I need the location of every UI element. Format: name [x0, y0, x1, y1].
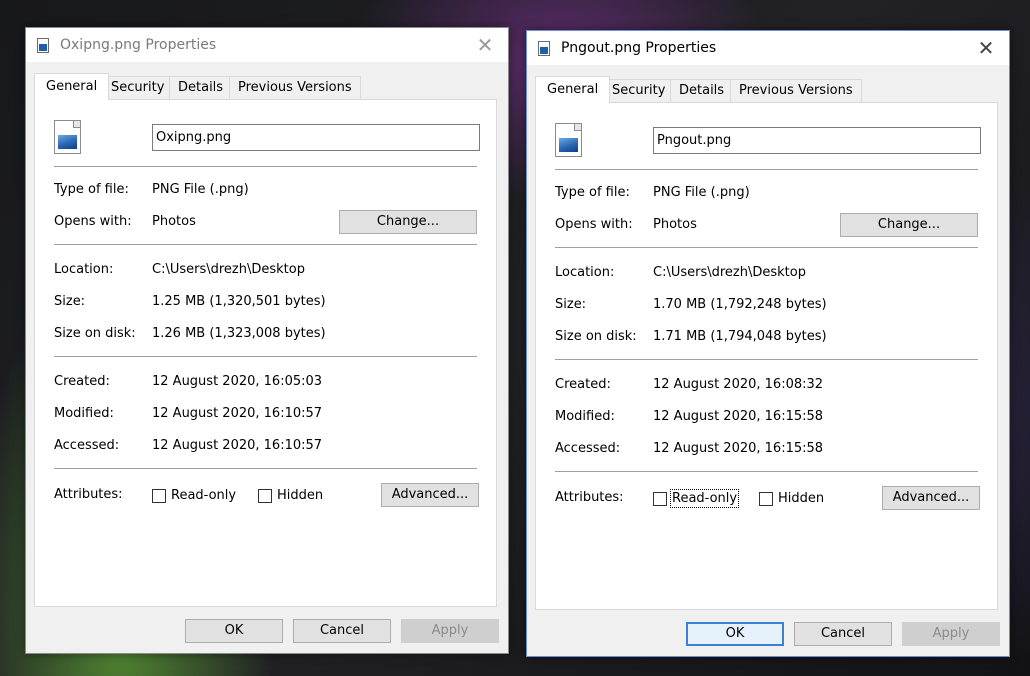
- change-button[interactable]: Change...: [339, 210, 477, 234]
- created-label: Created:: [54, 374, 110, 389]
- size-on-disk-label: Size on disk:: [555, 329, 637, 344]
- tab-details[interactable]: Details: [670, 79, 734, 102]
- properties-dialog-pngout: Pngout.png Properties ✕ General Security…: [526, 30, 1010, 657]
- filename-input[interactable]: [152, 124, 480, 151]
- size-on-disk-label: Size on disk:: [54, 326, 136, 341]
- readonly-label[interactable]: Read-only: [171, 488, 236, 503]
- separator: [54, 166, 477, 167]
- separator: [555, 247, 978, 248]
- size-value: 1.25 MB (1,320,501 bytes): [152, 294, 326, 309]
- title-bar[interactable]: Oxipng.png Properties ✕: [26, 28, 508, 62]
- location-value: C:\Users\drezh\Desktop: [152, 262, 305, 277]
- tab-details[interactable]: Details: [169, 76, 233, 99]
- readonly-checkbox[interactable]: [152, 489, 166, 503]
- properties-dialog-oxipng: Oxipng.png Properties ✕ General Security…: [25, 27, 509, 654]
- hidden-checkbox[interactable]: [759, 492, 773, 506]
- size-on-disk-value: 1.71 MB (1,794,048 bytes): [653, 329, 827, 344]
- size-on-disk-value: 1.26 MB (1,323,008 bytes): [152, 326, 326, 341]
- modified-value: 12 August 2020, 16:15:58: [653, 409, 824, 424]
- opens-with-label: Opens with:: [54, 214, 132, 229]
- separator: [54, 468, 477, 469]
- general-panel: Type of file: PNG File (.png) Opens with…: [34, 99, 497, 607]
- type-of-file-value: PNG File (.png): [653, 185, 750, 200]
- apply-button[interactable]: Apply: [401, 619, 499, 643]
- attributes-label: Attributes:: [54, 487, 123, 502]
- tab-previous-versions[interactable]: Previous Versions: [229, 76, 361, 99]
- hidden-label[interactable]: Hidden: [778, 491, 824, 506]
- ok-button[interactable]: OK: [185, 619, 283, 643]
- apply-button[interactable]: Apply: [902, 622, 1000, 646]
- accessed-label: Accessed:: [54, 438, 120, 453]
- close-icon[interactable]: ✕: [963, 31, 1009, 65]
- general-panel: Type of file: PNG File (.png) Opens with…: [535, 102, 998, 610]
- dialog-title: Pngout.png Properties: [561, 40, 717, 56]
- accessed-value: 12 August 2020, 16:10:57: [152, 438, 323, 453]
- tab-security[interactable]: Security: [603, 79, 675, 102]
- advanced-button[interactable]: Advanced...: [381, 483, 479, 507]
- accessed-value: 12 August 2020, 16:15:58: [653, 441, 824, 456]
- close-icon[interactable]: ✕: [462, 28, 508, 62]
- opens-with-value: Photos: [653, 217, 697, 232]
- tab-general[interactable]: General: [535, 76, 611, 103]
- created-value: 12 August 2020, 16:08:32: [653, 377, 824, 392]
- created-value: 12 August 2020, 16:05:03: [152, 374, 323, 389]
- location-label: Location:: [555, 265, 615, 280]
- filename-input[interactable]: [653, 127, 981, 154]
- modified-label: Modified:: [54, 406, 114, 421]
- separator: [555, 169, 978, 170]
- size-label: Size:: [54, 294, 86, 309]
- location-label: Location:: [54, 262, 114, 277]
- modified-value: 12 August 2020, 16:10:57: [152, 406, 323, 421]
- created-label: Created:: [555, 377, 611, 392]
- type-of-file-value: PNG File (.png): [152, 182, 249, 197]
- size-value: 1.70 MB (1,792,248 bytes): [653, 297, 827, 312]
- file-image-icon: [37, 38, 49, 53]
- hidden-label[interactable]: Hidden: [277, 488, 323, 503]
- readonly-label[interactable]: Read-only: [669, 489, 740, 508]
- separator: [555, 471, 978, 472]
- attributes-label: Attributes:: [555, 490, 624, 505]
- advanced-button[interactable]: Advanced...: [882, 486, 980, 510]
- location-value: C:\Users\drezh\Desktop: [653, 265, 806, 280]
- tab-general[interactable]: General: [34, 73, 110, 100]
- hidden-checkbox[interactable]: [258, 489, 272, 503]
- png-file-icon: [555, 123, 582, 157]
- opens-with-value: Photos: [152, 214, 196, 229]
- type-of-file-label: Type of file:: [555, 185, 630, 200]
- separator: [54, 356, 477, 357]
- dialog-title: Oxipng.png Properties: [60, 37, 217, 53]
- separator: [555, 359, 978, 360]
- size-label: Size:: [555, 297, 587, 312]
- cancel-button[interactable]: Cancel: [293, 619, 391, 643]
- ok-button[interactable]: OK: [686, 622, 784, 646]
- accessed-label: Accessed:: [555, 441, 621, 456]
- cancel-button[interactable]: Cancel: [794, 622, 892, 646]
- tab-security[interactable]: Security: [102, 76, 174, 99]
- separator: [54, 244, 477, 245]
- readonly-checkbox[interactable]: [653, 492, 667, 506]
- tab-previous-versions[interactable]: Previous Versions: [730, 79, 862, 102]
- change-button[interactable]: Change...: [840, 213, 978, 237]
- type-of-file-label: Type of file:: [54, 182, 129, 197]
- title-bar[interactable]: Pngout.png Properties ✕: [527, 31, 1009, 65]
- png-file-icon: [54, 120, 81, 154]
- opens-with-label: Opens with:: [555, 217, 633, 232]
- file-image-icon: [538, 41, 550, 56]
- modified-label: Modified:: [555, 409, 615, 424]
